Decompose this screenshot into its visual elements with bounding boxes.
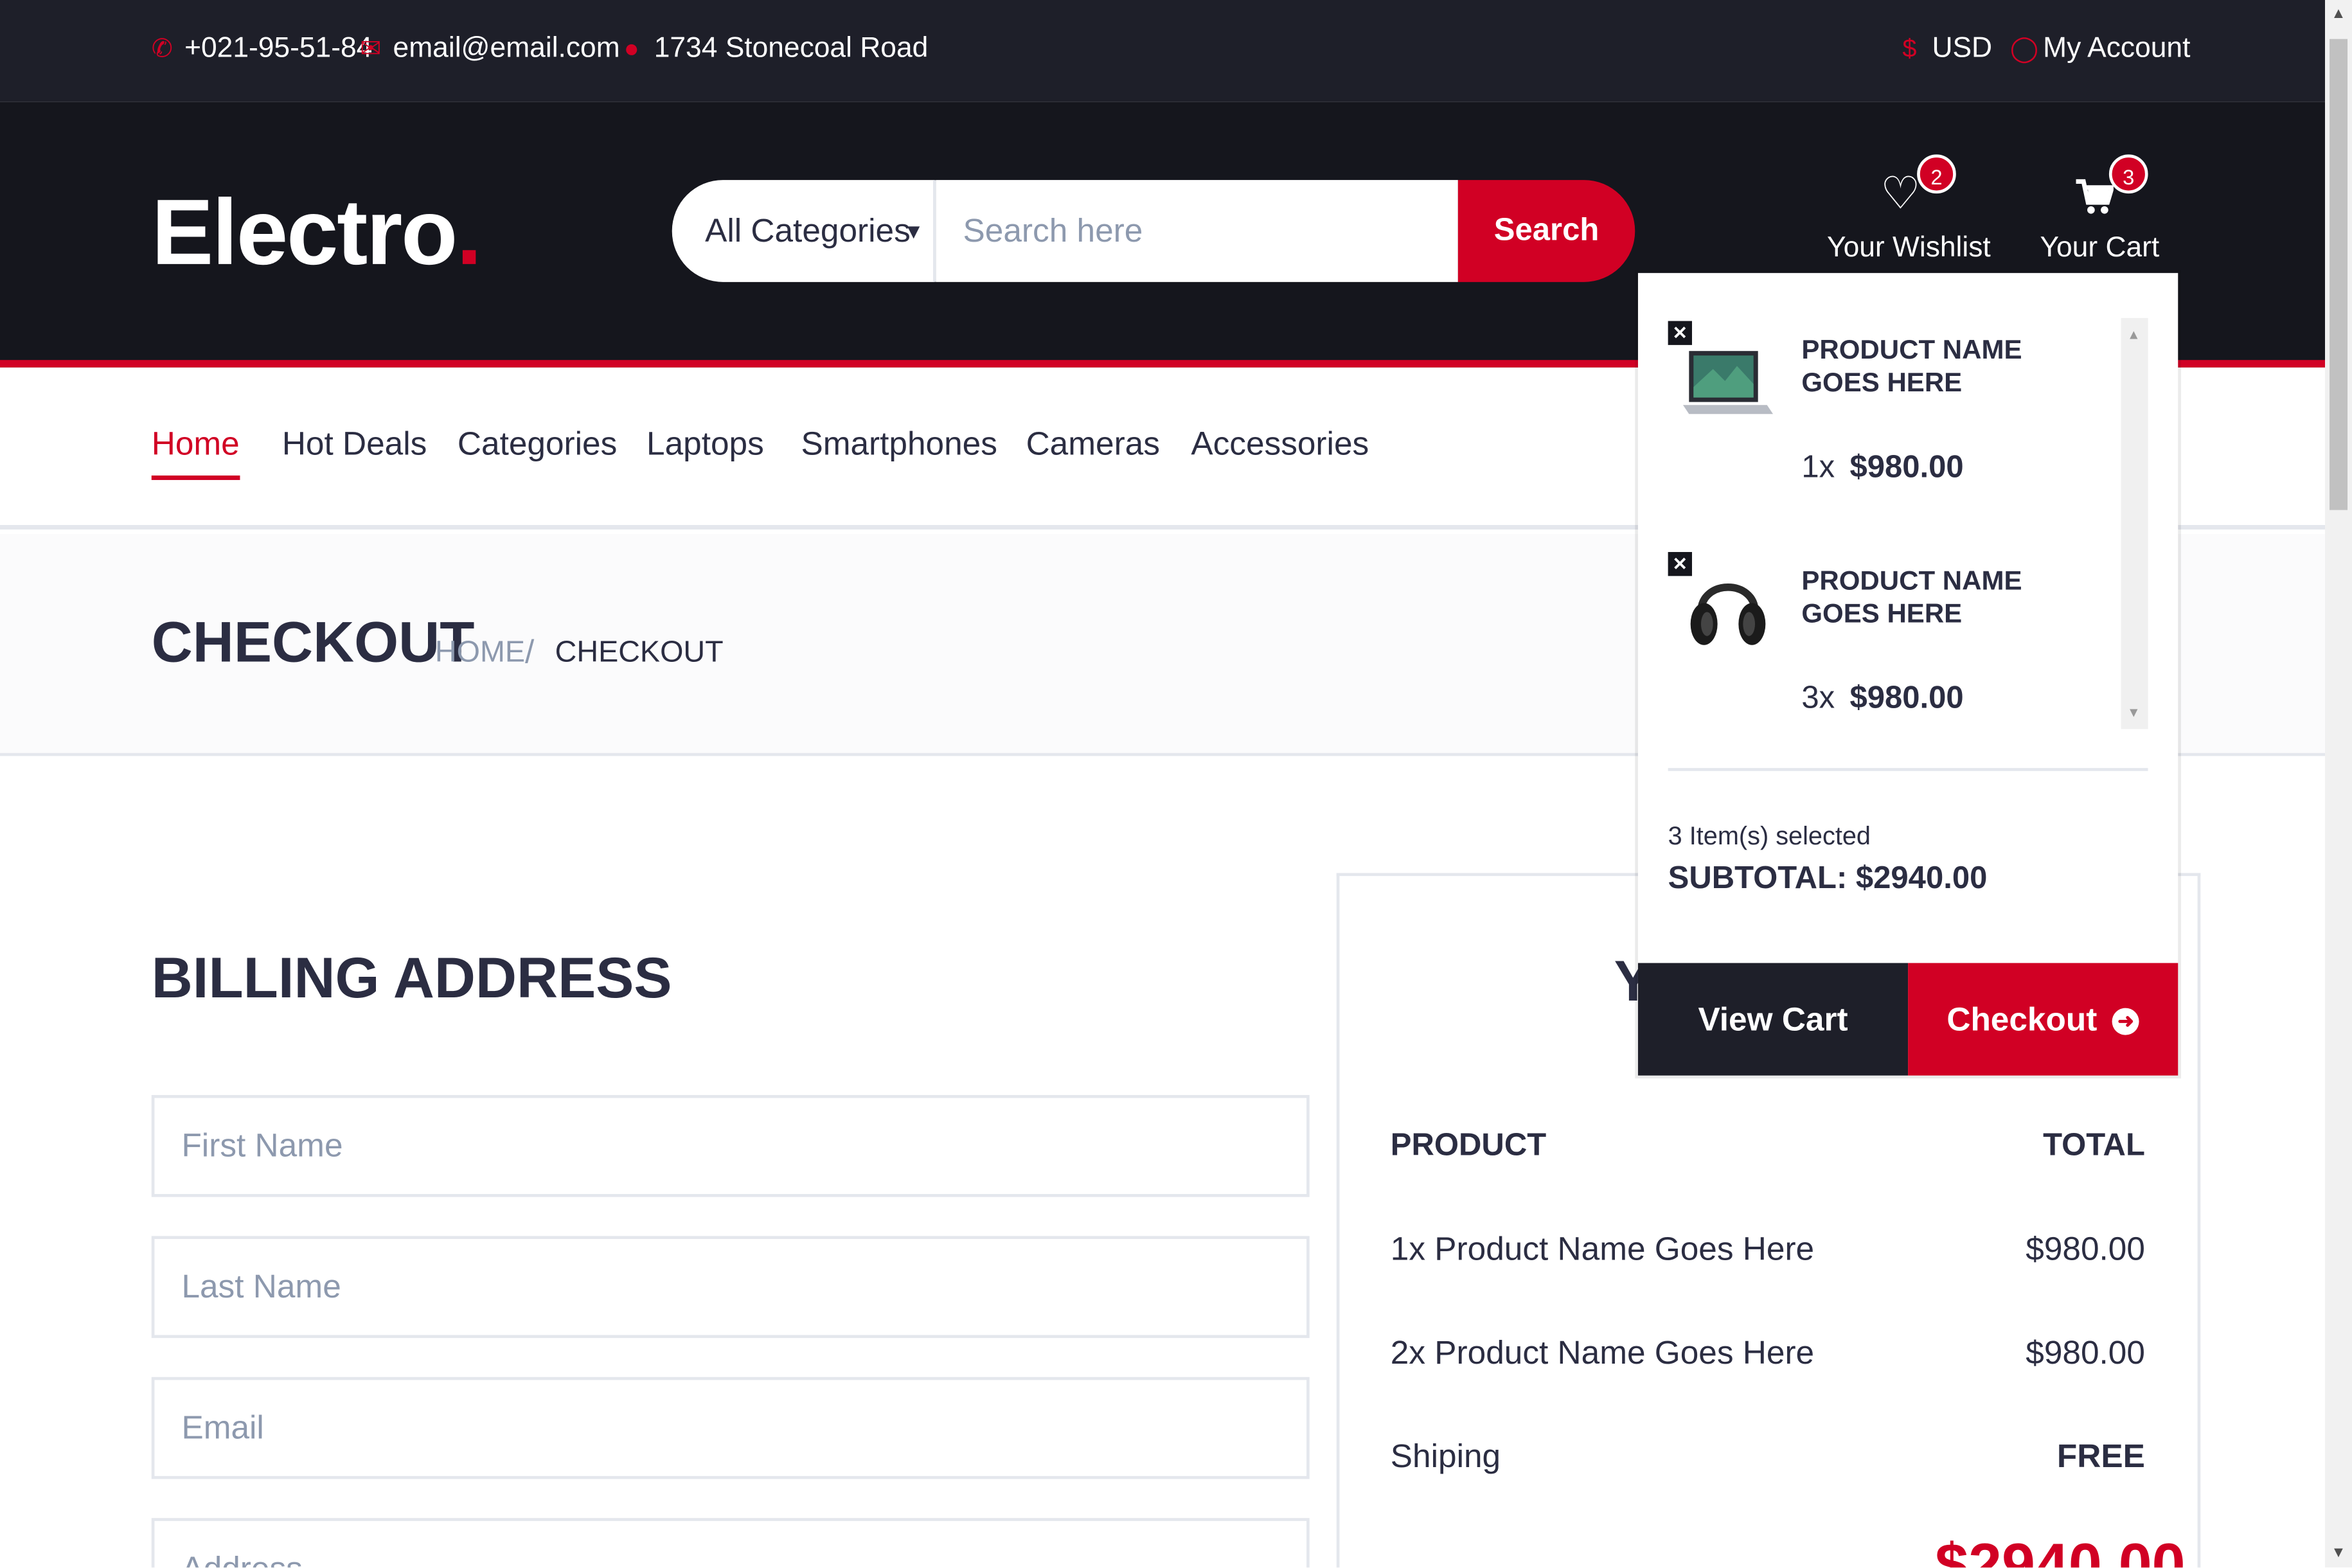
top-bar: ✆ +021-95-51-84 ✉ email@email.com ● 1734… [0, 0, 2326, 102]
email-text: email@email.com [393, 33, 620, 65]
search-button[interactable]: Search [1457, 180, 1635, 282]
caret-down-icon: ▼ [903, 218, 924, 244]
cart-subtotal: SUBTOTAL: $2940.00 [1668, 860, 1988, 896]
topbar-currency[interactable]: $ USD [1899, 33, 1992, 66]
search-bar: All Categories ▼ Search [672, 180, 1635, 282]
order-header-row: PRODUCT TOTAL [1391, 1128, 2145, 1164]
logo[interactable]: Electro. [151, 180, 483, 287]
cart-item-price: $980.00 [1849, 450, 1964, 485]
cart-item-qty: 1x [1801, 450, 1835, 485]
page-scrollbar[interactable]: ▲ ▼ [2325, 0, 2352, 1568]
wishlist-count-badge: 2 [1917, 154, 1956, 194]
cart-dropdown: ✕ PRODUCT NAME GOES HERE 1x $980.00 ✕ PRO… [1637, 272, 2178, 1076]
order-row: 2x Product Name Goes Here $980.00 [1391, 1333, 2145, 1373]
divider [1668, 768, 2148, 771]
cart-widget[interactable]: 3 Your Cart [2040, 154, 2160, 265]
page-title: CHECKOUT [151, 612, 475, 675]
scroll-up-icon[interactable]: ▲ [2331, 6, 2346, 22]
cart-dropdown-item: ✕ PRODUCT NAME GOES HERE 3x $980.00 [1638, 546, 2133, 756]
cart-item-name[interactable]: PRODUCT NAME GOES HERE [1801, 333, 2101, 399]
order-total-amount: $2940.00 [1935, 1533, 2186, 1568]
category-selected: All Categories [705, 211, 911, 249]
scroll-up-icon[interactable]: ▲ [2127, 327, 2141, 342]
dollar-icon: $ [1902, 34, 1917, 64]
nav-item-home[interactable]: Home [151, 425, 240, 480]
cart-item-qty-price: 1x $980.00 [1801, 450, 1963, 486]
breadcrumb-separator: / [524, 633, 535, 671]
nav-item-laptops[interactable]: Laptops [646, 425, 764, 476]
wishlist-label: Your Wishlist [1827, 232, 1991, 264]
view-cart-button[interactable]: View Cart [1637, 963, 1909, 1076]
category-select[interactable]: All Categories ▼ [672, 180, 936, 282]
topbar-email[interactable]: ✉ email@email.com [360, 33, 619, 66]
arrow-circle-right-icon: ➜ [2112, 1007, 2140, 1035]
scroll-thumb[interactable] [2330, 39, 2348, 510]
cart-item-price: $980.00 [1849, 681, 1964, 716]
nav-item-accessories[interactable]: Accessories [1191, 425, 1369, 476]
page: ✆ +021-95-51-84 ✉ email@email.com ● 1734… [0, 0, 2352, 1568]
checkout-label: Checkout [1947, 999, 2098, 1038]
phone-icon: ✆ [151, 34, 174, 64]
order-row-name: 1x Product Name Goes Here [1390, 1230, 1815, 1268]
logo-text: Electro [151, 181, 458, 285]
order-col-product: PRODUCT [1390, 1128, 1547, 1163]
order-row-name: 2x Product Name Goes Here [1390, 1333, 1815, 1371]
topbar-phone[interactable]: ✆ +021-95-51-84 [152, 33, 373, 66]
nav-item-cameras[interactable]: Cameras [1026, 425, 1160, 476]
map-marker-icon: ● [623, 34, 639, 64]
scroll-down-icon[interactable]: ▼ [2331, 1545, 2346, 1562]
user-icon: ◯ [2009, 34, 2039, 64]
search-input[interactable] [936, 180, 1458, 282]
last-name-field[interactable] [151, 1236, 1310, 1339]
address-field[interactable] [151, 1518, 1310, 1568]
breadcrumb-current: CHECKOUT [555, 636, 724, 670]
topbar-address[interactable]: ● 1734 Stonecoal Road [621, 33, 929, 66]
cart-item-name[interactable]: PRODUCT NAME GOES HERE [1801, 564, 2101, 630]
envelope-icon: ✉ [360, 34, 382, 64]
cart-item-qty-price: 3x $980.00 [1801, 681, 1963, 717]
email-field[interactable] [151, 1376, 1310, 1479]
headphones-image [1690, 584, 1766, 645]
cart-label: Your Cart [2040, 232, 2160, 264]
order-shipping-row: Shiping FREE [1391, 1437, 2145, 1476]
cart-dropdown-item: ✕ PRODUCT NAME GOES HERE 1x $980.00 [1638, 315, 2133, 525]
cart-item-qty: 3x [1801, 681, 1835, 716]
shipping-value: FREE [2056, 1437, 2145, 1475]
order-row-price: $980.00 [2026, 1333, 2145, 1371]
first-name-field[interactable] [151, 1094, 1310, 1197]
nav-item-hot-deals[interactable]: Hot Deals [282, 425, 427, 476]
nav-item-smartphones[interactable]: Smartphones [801, 425, 997, 476]
shipping-label: Shiping [1390, 1437, 1501, 1475]
account-text: My Account [2043, 33, 2191, 65]
cart-dropdown-scrollbar[interactable]: ▲ ▼ [2121, 317, 2148, 729]
checkout-button[interactable]: Checkout ➜ [1908, 963, 2178, 1076]
nav-item-categories[interactable]: Categories [458, 425, 617, 476]
cart-count-badge: 3 [2108, 154, 2148, 194]
breadcrumb-home-link[interactable]: HOME [435, 636, 525, 671]
address-text: 1734 Stonecoal Road [654, 33, 929, 65]
logo-dot: . [456, 181, 482, 285]
order-row-price: $980.00 [2026, 1230, 2145, 1268]
laptop-image [1682, 351, 1774, 414]
wishlist-widget[interactable]: ♡ 2 Your Wishlist [1827, 154, 1991, 265]
currency-text: USD [1932, 33, 1993, 65]
topbar-account[interactable]: ◯ My Account [2010, 33, 2191, 66]
order-row: 1x Product Name Goes Here $980.00 [1391, 1230, 2145, 1269]
scroll-down-icon[interactable]: ▼ [2127, 705, 2141, 720]
cart-items-count: 3 Item(s) selected [1668, 822, 1871, 851]
billing-title: BILLING ADDRESS [151, 948, 672, 1011]
order-col-total: TOTAL [2043, 1128, 2145, 1163]
phone-text: +021-95-51-84 [184, 33, 373, 65]
